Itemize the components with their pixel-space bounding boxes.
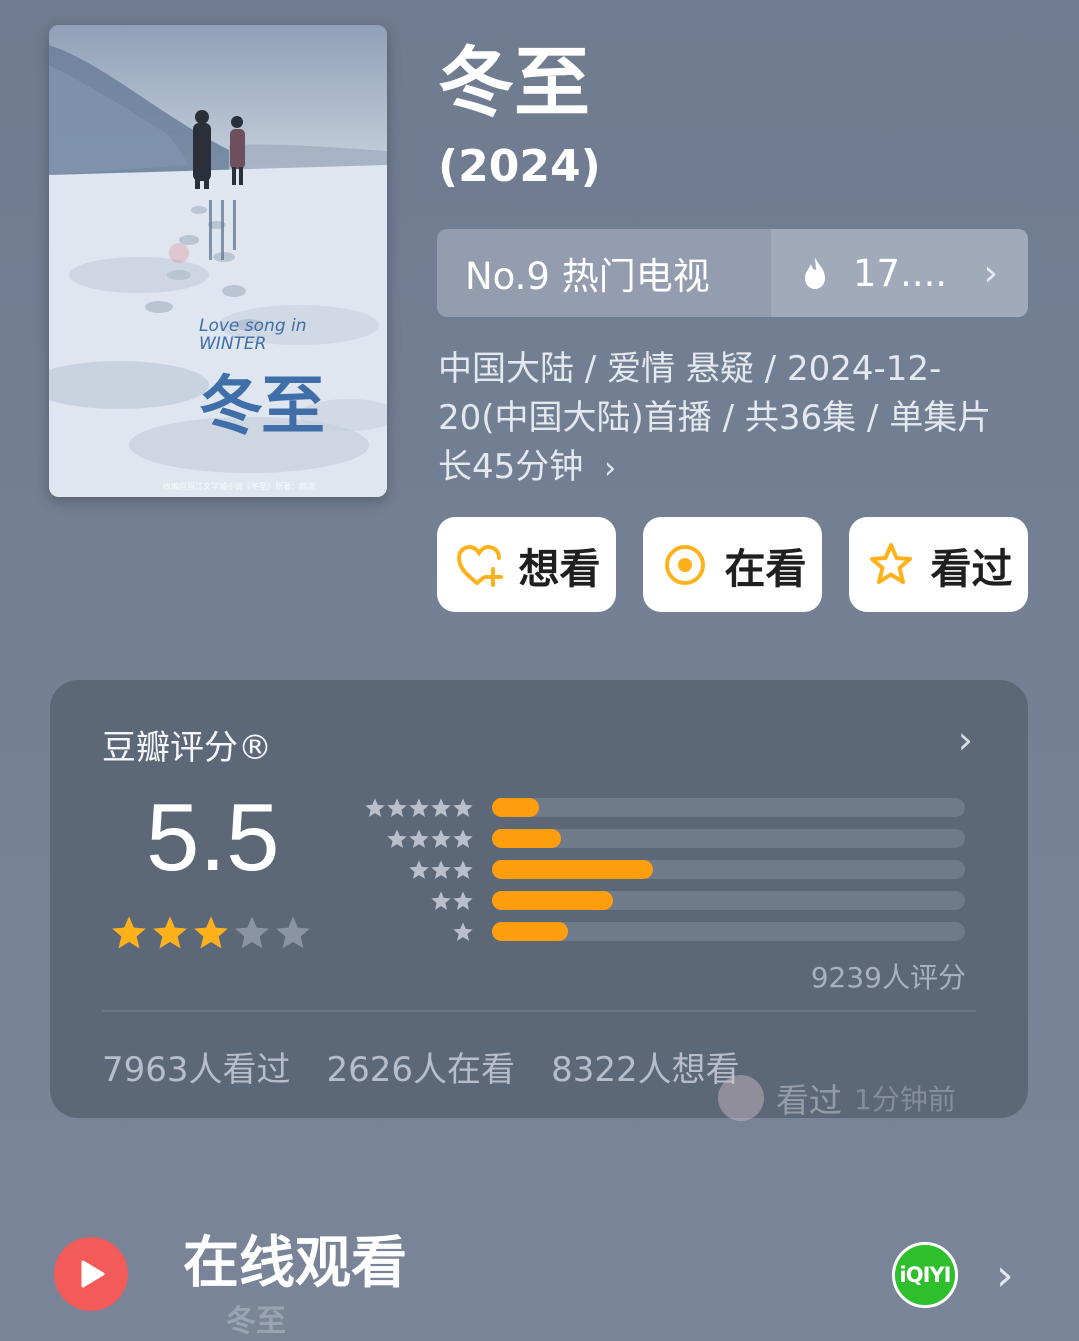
- distribution-bar-fill: [492, 922, 568, 941]
- rating-header: 豆瓣评分®: [102, 728, 272, 768]
- distribution-bar-track: [492, 860, 965, 879]
- faint-text: 冬至: [226, 1304, 286, 1339]
- target-icon: [664, 544, 705, 585]
- small-star-icon: [387, 828, 407, 848]
- small-star-icon: [431, 859, 451, 879]
- want-to-watch-button[interactable]: 想看: [437, 517, 616, 612]
- rating-card[interactable]: 豆瓣评分® › 5.5 9239人评分 7963人看过 2626人在看 8322…: [50, 680, 1028, 1121]
- distribution-row: [356, 792, 968, 823]
- heat-value: 17....: [853, 251, 948, 295]
- iqiyi-logo[interactable]: iQIYI: [892, 1242, 958, 1308]
- distribution-row: [356, 823, 968, 854]
- action-buttons: 想看 在看 看过: [437, 517, 1028, 612]
- score-star-icon: [235, 916, 269, 949]
- distribution-stars: [356, 890, 474, 912]
- distribution-bar-fill: [492, 891, 613, 910]
- distribution-bar-track: [492, 798, 965, 817]
- rating-distribution: [356, 792, 968, 947]
- activity-toast: 看过 1分钟前: [718, 1074, 956, 1122]
- flame-icon: [805, 257, 825, 289]
- small-star-icon: [453, 890, 473, 910]
- watched-label: 看过: [930, 544, 1013, 593]
- play-icon: [81, 1260, 105, 1288]
- chevron-right-icon: ›: [983, 252, 998, 294]
- small-star-icon: [431, 890, 451, 910]
- watching-button[interactable]: 在看: [643, 517, 822, 612]
- activity-action: 看过: [776, 1081, 842, 1120]
- show-meta[interactable]: 中国大陆 / 爱情 悬疑 / 2024-12-20(中国大陆)首播 / 共36集…: [438, 345, 1018, 493]
- watched-button[interactable]: 看过: [849, 517, 1028, 612]
- distribution-bar-fill: [492, 798, 540, 817]
- small-star-icon: [387, 797, 407, 817]
- small-star-icon: [453, 921, 473, 941]
- small-star-icon: [365, 797, 385, 817]
- score-stars: [110, 914, 312, 952]
- chevron-right-icon[interactable]: ›: [958, 718, 973, 762]
- small-star-icon: [431, 828, 451, 848]
- score-star-icon: [276, 916, 310, 949]
- distribution-bar-track: [492, 829, 965, 848]
- small-star-icon: [409, 797, 429, 817]
- small-star-icon: [453, 797, 473, 817]
- poster-title: 冬至: [199, 369, 325, 444]
- distribution-stars: [356, 797, 474, 819]
- distribution-stars: [356, 859, 474, 881]
- distribution-row: [356, 885, 968, 916]
- rating-score: 5.5: [146, 784, 280, 891]
- avatar: [718, 1075, 764, 1121]
- small-star-icon: [431, 797, 451, 817]
- meta-text: 中国大陆 / 爱情 悬疑 / 2024-12-20(中国大陆)首播 / 共36集…: [438, 349, 992, 487]
- audience-stats: 7963人看过 2626人在看 8322人想看: [102, 1042, 740, 1091]
- distribution-bar-track: [492, 922, 965, 941]
- star-outline-icon: [869, 542, 912, 584]
- watching-label: 在看: [724, 544, 807, 593]
- score-star-icon: [112, 916, 146, 949]
- heat-section[interactable]: 17.... ›: [771, 229, 1028, 317]
- small-star-icon: [409, 859, 429, 879]
- show-year: (2024): [438, 141, 601, 192]
- heart-plus-icon: [456, 544, 503, 587]
- activity-time: 1分钟前: [854, 1083, 956, 1116]
- watched-count[interactable]: 7963人看过: [102, 1042, 291, 1091]
- score-star-icon: [194, 916, 228, 949]
- distribution-stars: [356, 921, 474, 943]
- divider: [102, 1010, 976, 1012]
- watch-online-title: 在线观看: [183, 1231, 407, 1296]
- poster-credit: 改编自晋江文学城小说《冬至》原著：颜凉: [163, 482, 315, 491]
- distribution-bar-fill: [492, 860, 653, 879]
- score-star-icon: [153, 916, 187, 949]
- ranking-label: No.9 热门电视: [437, 229, 771, 317]
- chevron-right-icon[interactable]: ›: [996, 1250, 1014, 1301]
- distribution-row: [356, 916, 968, 947]
- rating-count: 9239人评分: [810, 961, 966, 994]
- small-star-icon: [409, 828, 429, 848]
- small-star-icon: [453, 859, 473, 879]
- want-count[interactable]: 8322人想看: [551, 1042, 740, 1091]
- poster-image[interactable]: Love song in WINTER 冬至 改编自晋江文学城小说《冬至》原著：…: [49, 25, 387, 497]
- distribution-stars: [356, 828, 474, 850]
- distribution-bar-track: [492, 891, 965, 910]
- poster-english-title: Love song in WINTER: [199, 316, 307, 354]
- distribution-row: [356, 854, 968, 885]
- watching-count[interactable]: 2626人在看: [327, 1042, 516, 1091]
- ranking-pill[interactable]: No.9 热门电视 17.... ›: [437, 229, 1028, 317]
- distribution-bar-fill: [492, 829, 561, 848]
- show-title: 冬至: [438, 38, 590, 127]
- want-to-watch-label: 想看: [518, 544, 601, 593]
- chevron-right-icon: ›: [604, 451, 617, 486]
- play-button[interactable]: [54, 1237, 128, 1311]
- small-star-icon: [453, 828, 473, 848]
